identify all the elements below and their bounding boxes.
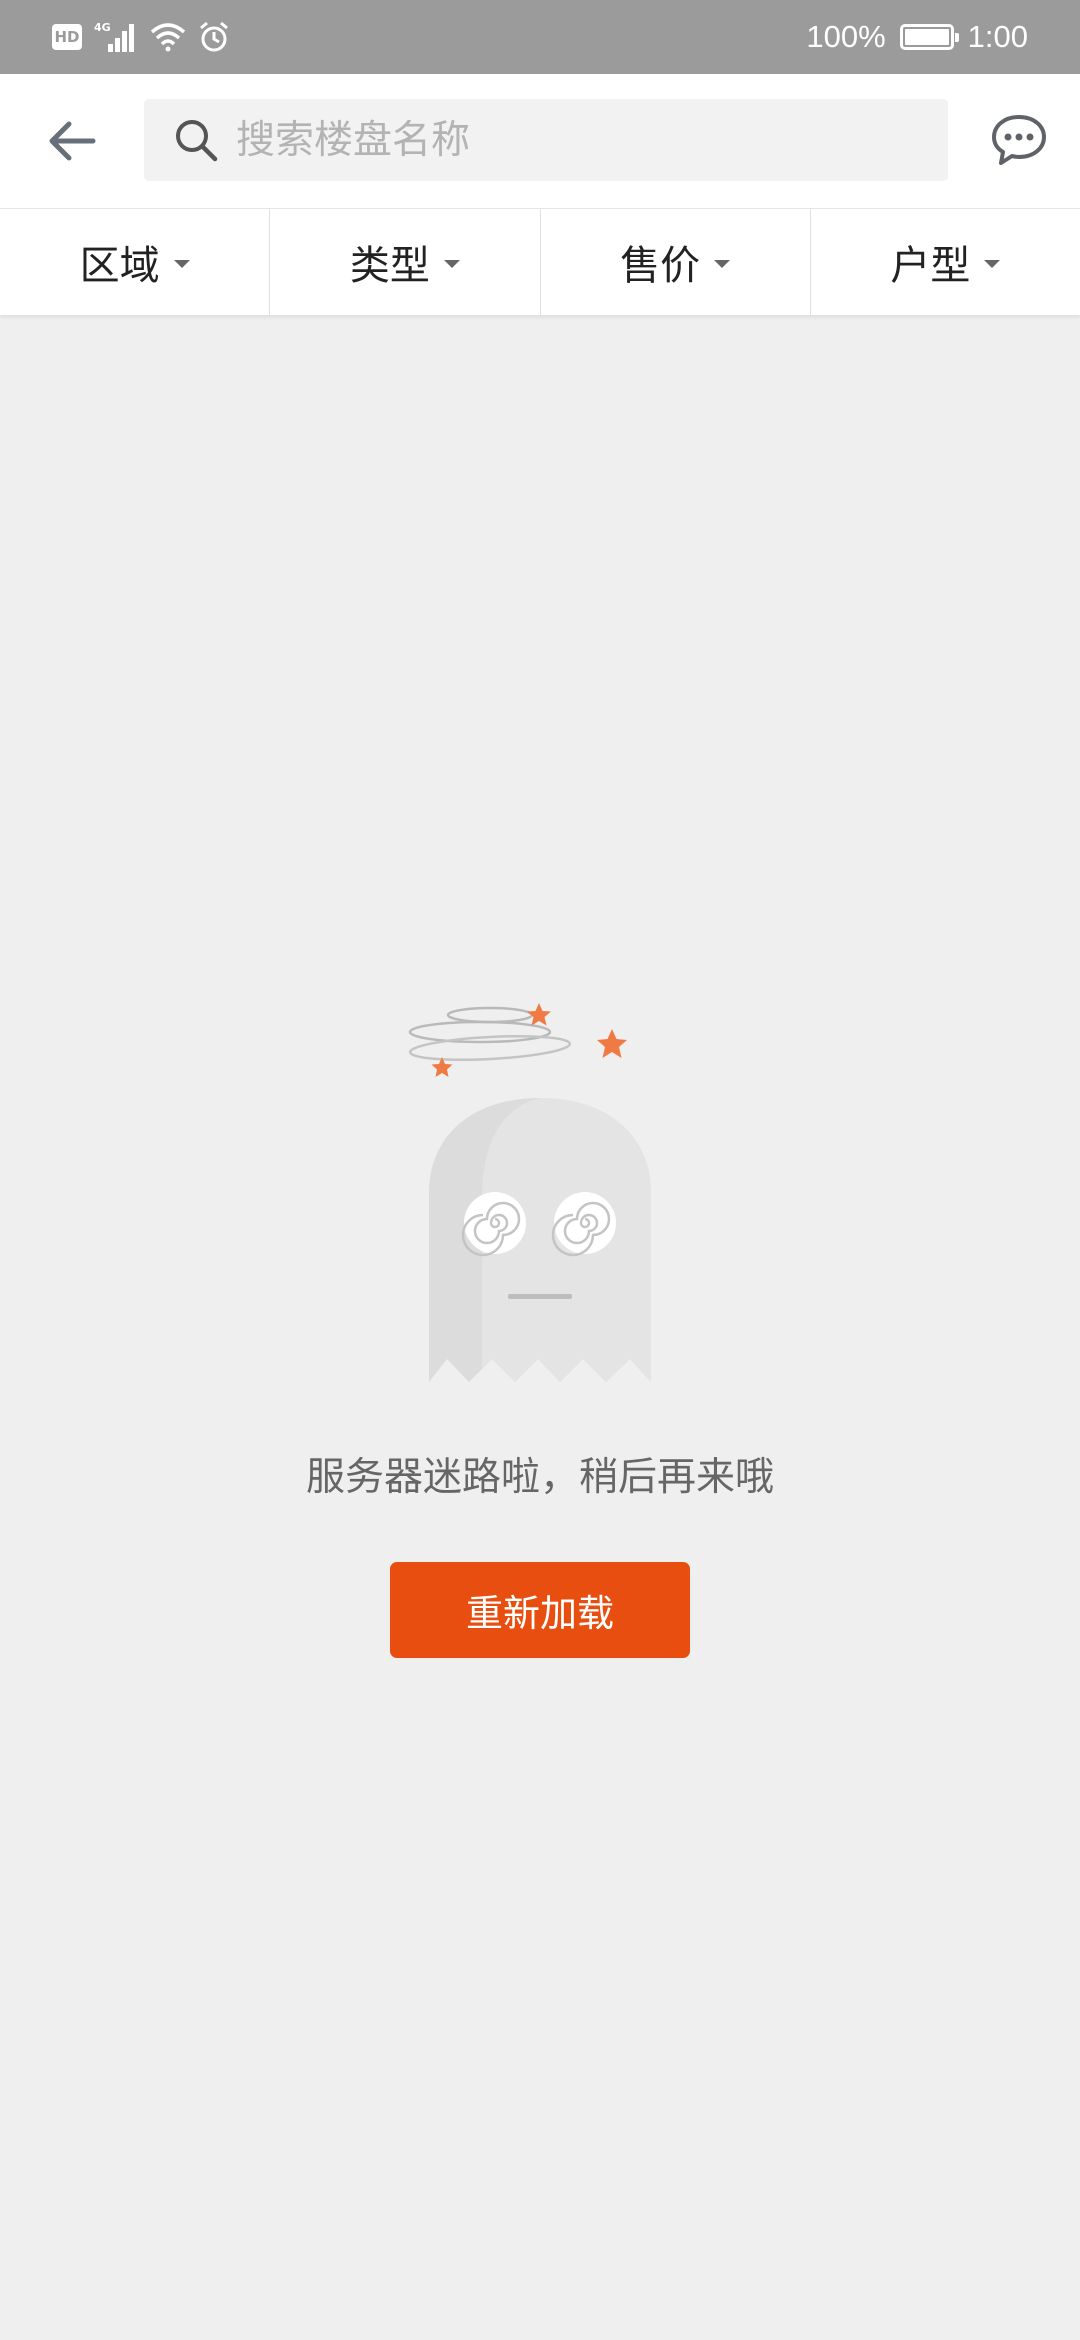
star-icon <box>527 1003 551 1026</box>
battery-icon <box>899 24 959 50</box>
cellular-signal-icon: 4G <box>94 20 138 54</box>
star-icon <box>597 1029 627 1058</box>
filter-layout[interactable]: 户型 <box>811 209 1080 315</box>
filter-bar: 区域 类型 售价 户型 <box>0 209 1080 316</box>
dizzy-ghost-illustration <box>400 990 680 1390</box>
status-bar: HD 4G 100% 1:00 <box>0 0 1080 74</box>
arrow-left-icon <box>49 121 96 161</box>
filter-price[interactable]: 售价 <box>541 209 811 315</box>
status-left: HD 4G <box>52 18 230 56</box>
filter-price-label: 售价 <box>620 243 701 289</box>
search-icon <box>172 116 220 164</box>
caret-down-icon <box>443 260 460 268</box>
network-type: 4G <box>94 21 111 34</box>
top-app-bar <box>0 74 1080 209</box>
status-right: 100% 1:00 <box>806 18 1028 56</box>
filter-region-label: 区域 <box>79 243 160 289</box>
caret-down-icon <box>714 260 731 268</box>
filter-type[interactable]: 类型 <box>270 209 541 315</box>
ghost-mouth <box>508 1294 572 1299</box>
message-button[interactable] <box>986 107 1052 173</box>
orbit-rings <box>408 1006 572 1062</box>
reload-button[interactable]: 重新加载 <box>390 1562 690 1658</box>
hd-badge: HD <box>52 24 82 50</box>
chat-bubble-icon <box>992 115 1046 165</box>
error-message: 服务器迷路啦，稍后再来哦 <box>305 1455 774 1500</box>
filter-layout-label: 户型 <box>890 243 971 289</box>
search-bar[interactable] <box>144 99 948 181</box>
filter-type-label: 类型 <box>349 243 430 289</box>
filter-region[interactable]: 区域 <box>0 209 271 315</box>
battery-percent: 100% <box>806 19 886 54</box>
search-input[interactable] <box>234 109 948 171</box>
wifi-icon <box>150 22 186 52</box>
battery-fill <box>904 29 949 45</box>
caret-down-icon <box>173 260 190 268</box>
back-button[interactable] <box>40 109 104 173</box>
alarm-clock-icon <box>198 21 230 53</box>
caret-down-icon <box>984 260 1001 268</box>
clock-time: 1:00 <box>967 19 1028 54</box>
